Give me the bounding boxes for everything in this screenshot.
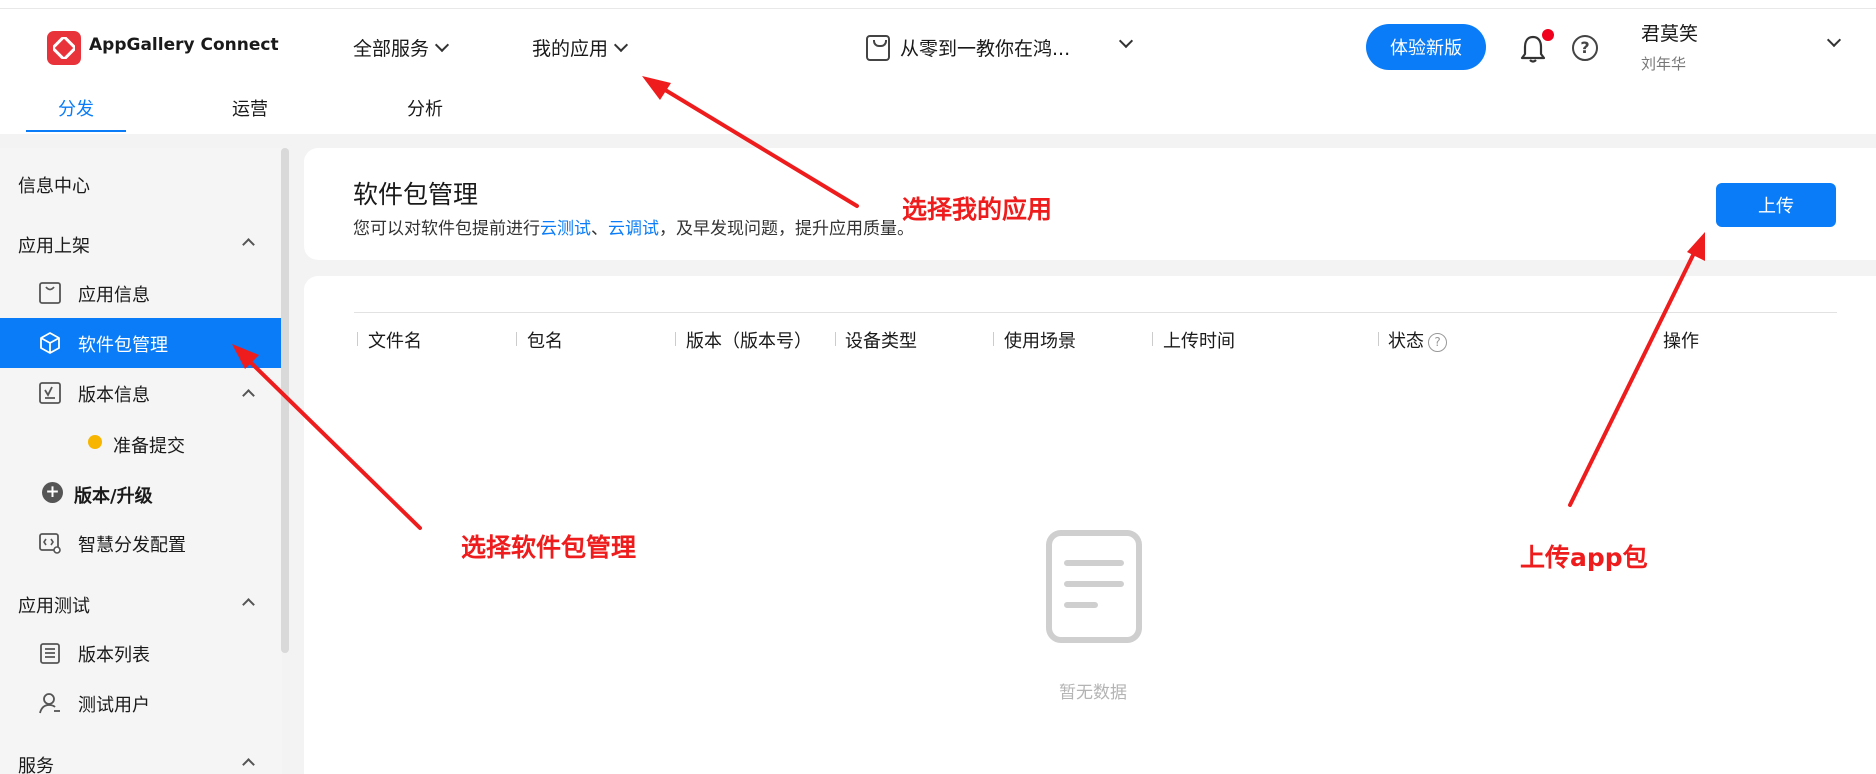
notification-badge <box>1542 29 1554 41</box>
top-border <box>0 0 1876 9</box>
column-header-status: 状态? <box>1388 327 1447 353</box>
column-header-version: 版本（版本号） <box>686 331 812 352</box>
help-icon[interactable]: ? <box>1428 332 1447 352</box>
sidebar-item-test-users[interactable]: 测试用户 <box>0 678 281 728</box>
app-info-icon <box>39 282 61 304</box>
page-title: 软件包管理 <box>353 180 479 209</box>
sidebar-item-package-management[interactable]: 软件包管理 <box>0 318 281 368</box>
column-header-upload-time: 上传时间 <box>1163 331 1235 352</box>
sidebar-scrollbar[interactable] <box>281 148 289 653</box>
user-subname: 刘年华 <box>1641 55 1687 73</box>
column-header-filename: 文件名 <box>368 331 422 352</box>
sidebar-item-ready-submit[interactable]: 准备提交 <box>113 432 185 458</box>
cloud-test-link[interactable]: 云测试 <box>540 219 591 239</box>
empty-document-icon <box>1046 530 1142 643</box>
annotation-choose-package: 选择软件包管理 <box>461 533 637 562</box>
table-top-divider <box>354 312 1837 313</box>
upload-button[interactable]: 上传 <box>1716 183 1836 227</box>
column-separator <box>675 332 676 346</box>
desc-prefix: 您可以对软件包提前进行 <box>353 219 540 239</box>
sidebar-item-label: 版本列表 <box>78 645 150 666</box>
column-separator <box>1152 332 1153 346</box>
tab-distribution[interactable]: 分发 <box>58 95 94 121</box>
desc-suffix: ，及早发现问题，提升应用质量。 <box>659 219 914 239</box>
chevron-down-icon <box>434 37 450 52</box>
version-info-icon <box>39 382 61 404</box>
my-apps-label: 我的应用 <box>532 38 609 60</box>
status-header-label: 状态 <box>1388 331 1424 352</box>
sidebar-item-label: 应用信息 <box>78 285 150 306</box>
user-icon <box>39 693 60 714</box>
column-separator <box>1378 332 1379 346</box>
chevron-down-icon[interactable] <box>1826 32 1842 48</box>
page-header-card <box>304 148 1876 260</box>
user-name[interactable]: 君莫笑 <box>1641 19 1698 46</box>
column-header-actions: 操作 <box>1663 331 1699 352</box>
plus-icon[interactable]: + <box>42 482 63 503</box>
sidebar-item-app-info[interactable]: 应用信息 <box>0 268 281 318</box>
chevron-down-icon[interactable] <box>1118 33 1134 49</box>
tab-operations[interactable]: 运营 <box>232 95 268 121</box>
help-icon[interactable]: ? <box>1572 35 1598 61</box>
status-dot <box>88 435 102 449</box>
smart-distribution-icon <box>39 533 61 554</box>
active-tab-indicator <box>26 130 126 132</box>
my-apps-dropdown[interactable]: 我的应用 <box>532 34 629 61</box>
appgallery-logo-icon[interactable] <box>47 31 81 65</box>
list-icon <box>40 643 60 664</box>
sidebar-item-version-upgrade[interactable]: 版本/升级 <box>74 482 153 508</box>
sidebar-group-service[interactable]: 服务 <box>18 752 54 774</box>
empty-state-text: 暂无数据 <box>1059 683 1127 703</box>
sidebar-item-version-info[interactable]: 版本信息 <box>0 368 281 418</box>
sidebar-item-label: 测试用户 <box>78 695 150 716</box>
annotation-choose-my-app: 选择我的应用 <box>902 195 1053 224</box>
current-app-selector[interactable]: 从零到一教你在鸿... <box>900 34 1070 61</box>
column-separator <box>835 332 836 346</box>
package-icon <box>40 332 60 354</box>
sidebar-item-version-list[interactable]: 版本列表 <box>0 628 281 678</box>
main-tabs: 分发 运营 分析 <box>0 89 1876 134</box>
column-separator <box>357 332 358 346</box>
chevron-down-icon <box>613 37 629 52</box>
sidebar-item-label: 版本信息 <box>78 385 150 406</box>
page-description: 您可以对软件包提前进行云测试、云调试，及早发现问题，提升应用质量。 <box>353 214 914 239</box>
sidebar-group-release[interactable]: 应用上架 <box>18 232 90 258</box>
brand-name[interactable]: AppGallery Connect <box>89 35 279 55</box>
column-header-usage-scenario: 使用场景 <box>1004 331 1076 352</box>
app-bag-icon <box>866 35 890 61</box>
column-separator <box>516 332 517 346</box>
sidebar-group-testing[interactable]: 应用测试 <box>18 592 90 618</box>
cloud-debug-link[interactable]: 云调试 <box>608 219 659 239</box>
column-separator <box>993 332 994 346</box>
sidebar-item-smart-distribution[interactable]: 智慧分发配置 <box>0 518 281 568</box>
all-services-dropdown[interactable]: 全部服务 <box>353 34 450 61</box>
sidebar-item-label: 软件包管理 <box>78 335 168 356</box>
annotation-upload-app: 上传app包 <box>1520 543 1648 572</box>
all-services-label: 全部服务 <box>353 38 430 60</box>
sidebar-item-label: 智慧分发配置 <box>78 535 186 556</box>
column-header-package-name: 包名 <box>527 331 563 352</box>
top-header: AppGallery Connect 全部服务 我的应用 从零到一教你在鸿...… <box>0 9 1876 89</box>
desc-separator: 、 <box>591 219 608 239</box>
sidebar-item-info-center[interactable]: 信息中心 <box>18 172 90 198</box>
tab-analytics[interactable]: 分析 <box>407 95 443 121</box>
column-header-device-type: 设备类型 <box>845 331 917 352</box>
try-new-version-button[interactable]: 体验新版 <box>1366 24 1486 70</box>
